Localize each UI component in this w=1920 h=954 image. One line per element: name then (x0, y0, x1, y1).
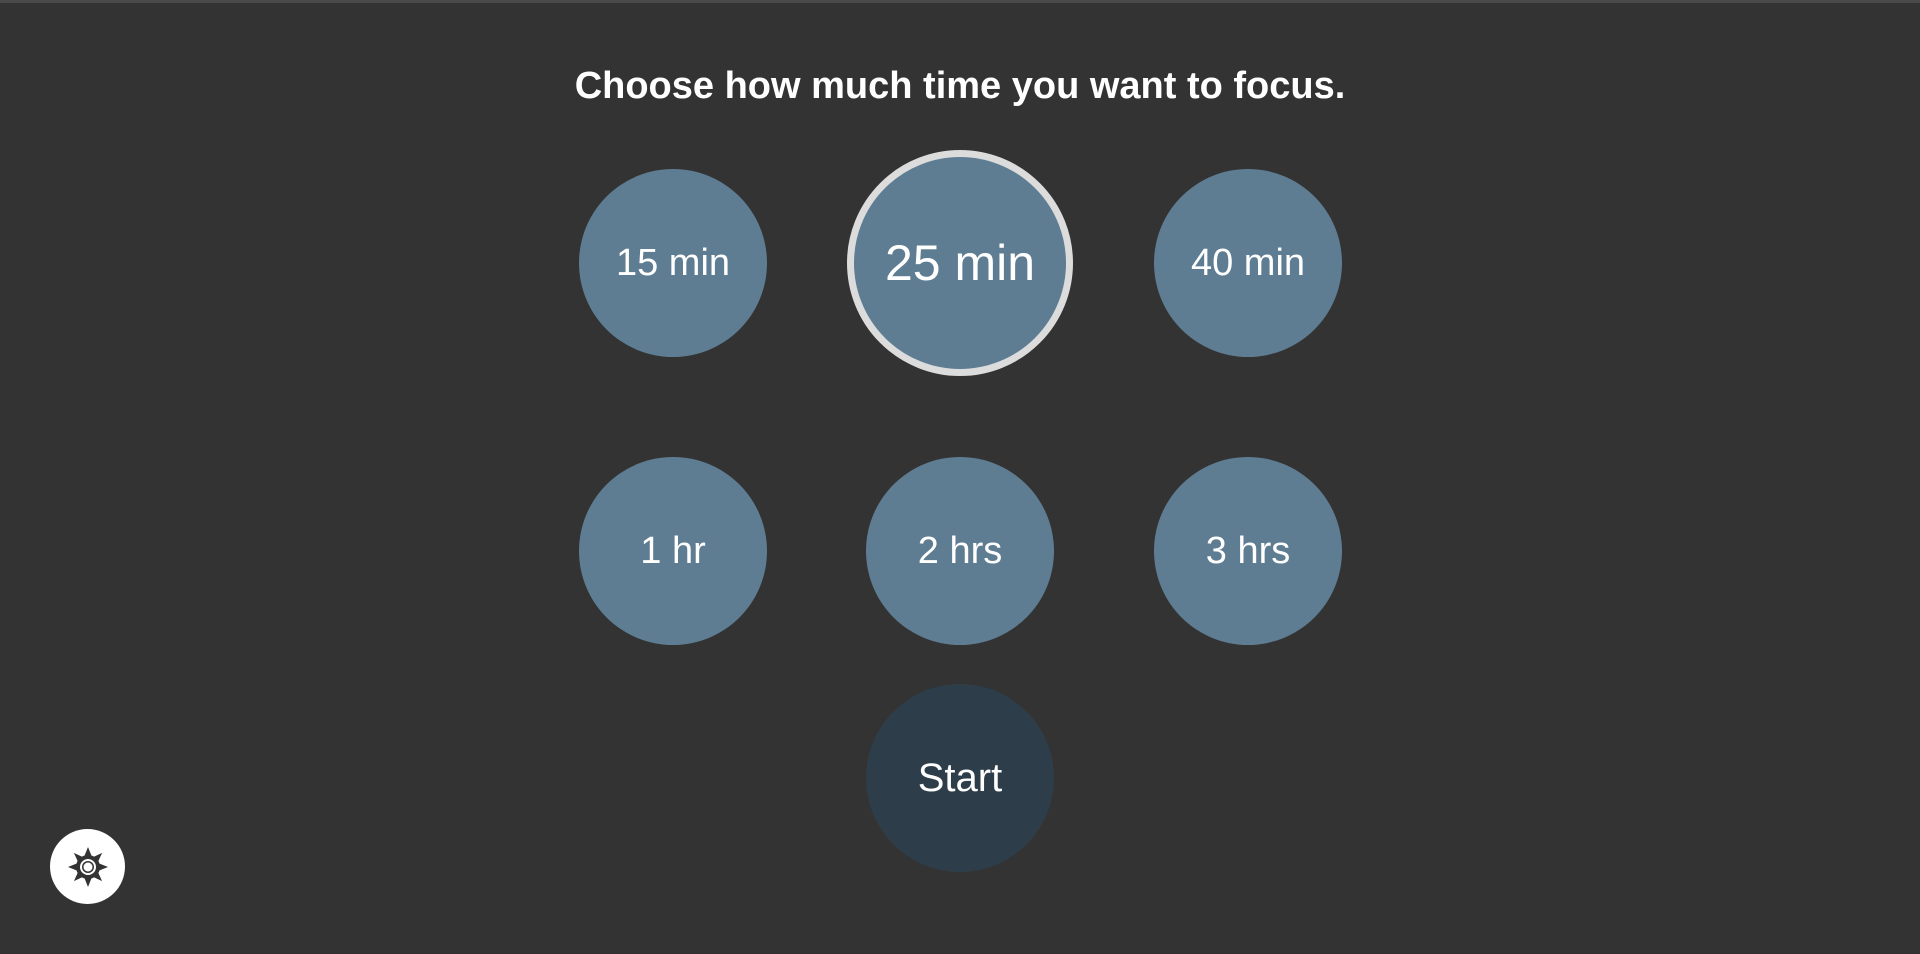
option-label: 1 hr (640, 529, 706, 572)
option-label: 3 hrs (1205, 529, 1291, 572)
start-button[interactable]: Start (866, 684, 1054, 872)
option-label: 25 min (884, 235, 1036, 291)
option-label: 2 hrs (917, 529, 1003, 572)
top-divider (0, 0, 1920, 3)
start-label: Start (917, 755, 1003, 800)
option-label: 15 min (615, 241, 731, 284)
option-1-hr[interactable]: 1 hr (579, 457, 767, 645)
option-40-min[interactable]: 40 min (1154, 169, 1342, 357)
focus-time-picker: Choose how much time you want to focus. … (0, 0, 1920, 954)
settings-button[interactable] (50, 829, 125, 904)
option-2-hrs[interactable]: 2 hrs (866, 457, 1054, 645)
option-25-min[interactable]: 25 min (847, 150, 1073, 376)
option-3-hrs[interactable]: 3 hrs (1154, 457, 1342, 645)
option-label: 40 min (1190, 241, 1306, 284)
gear-icon (67, 846, 108, 887)
option-15-min[interactable]: 15 min (579, 169, 767, 357)
page-title: Choose how much time you want to focus. (574, 65, 1346, 107)
